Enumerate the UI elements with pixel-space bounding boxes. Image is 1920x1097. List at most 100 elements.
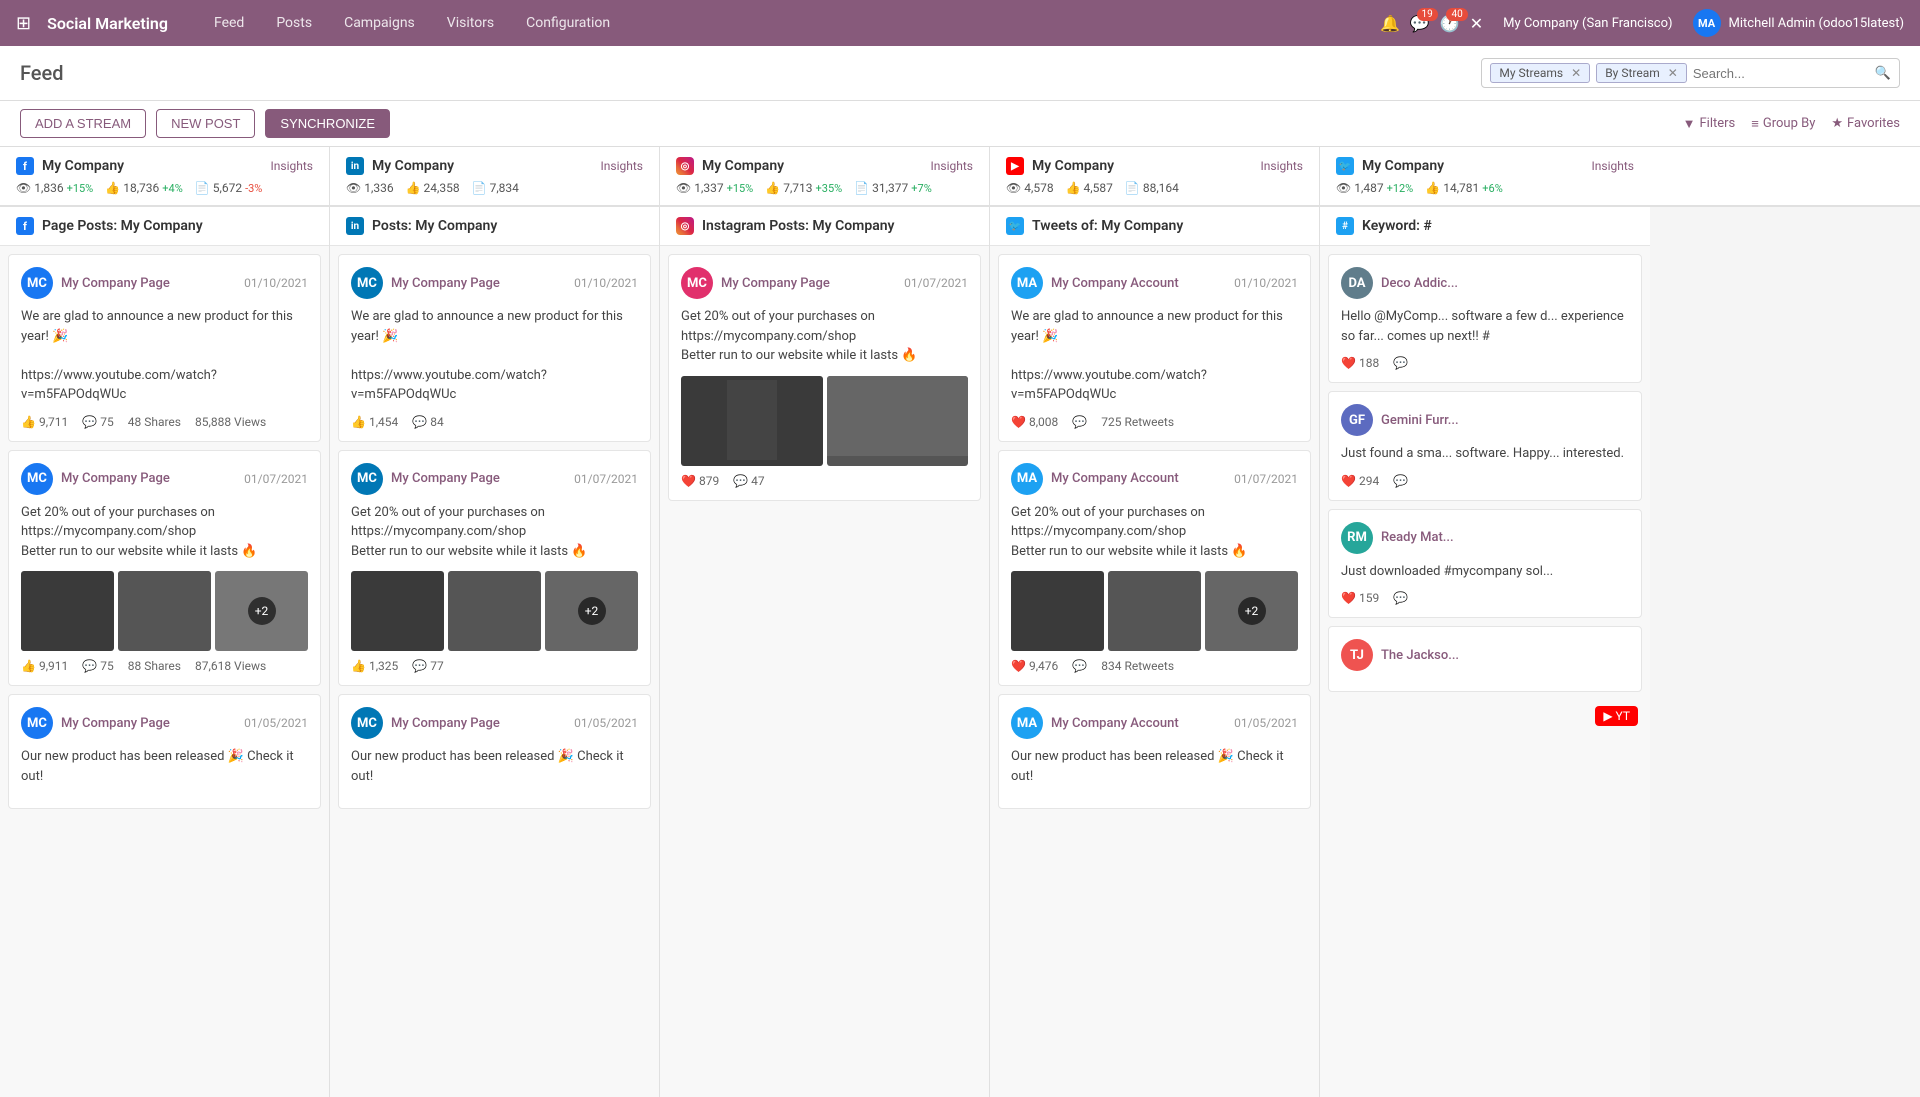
post-card[interactable]: DA Deco Addic... Hello @MyComp... softwa… [1328,254,1642,383]
stream-insights-link-youtube[interactable]: Insights [1261,159,1303,173]
stat-posts-youtube: 📄88,164 [1125,181,1179,195]
search-icon[interactable]: 🔍 [1875,66,1891,81]
user-avatar: MA [1693,9,1721,37]
post-card[interactable]: MA My Company Account 01/10/2021 We are … [998,254,1311,442]
activity-icon[interactable]: 🕐 40 [1440,14,1460,33]
post-card[interactable]: MA My Company Account 01/05/2021 Our new… [998,694,1311,809]
new-post-button[interactable]: NEW POST [156,109,255,138]
post-stats: ❤️159 💬 [1341,591,1629,605]
stat-likes: ❤️294 [1341,474,1379,488]
post-card[interactable]: MC My Company Page 01/05/2021 Our new pr… [8,694,321,809]
post-header: MC My Company Page 01/05/2021 [351,707,638,739]
post-image [1108,571,1201,651]
youtube-link-button[interactable]: ▶ YT [1595,706,1638,726]
nav-feed[interactable]: Feed [200,7,258,39]
filter-by-stream[interactable]: By Stream ✕ [1596,63,1687,83]
post-header: MC My Company Page 01/10/2021 [351,267,638,299]
star-icon: ★ [1831,116,1843,131]
messages-icon[interactable]: 💬 19 [1410,14,1430,33]
stat-likes: ❤️9,476 [1011,659,1058,673]
stat-comments: 💬84 [412,415,443,429]
filter-by-stream-remove[interactable]: ✕ [1668,66,1678,80]
nav-icons-group: 🔔 💬 19 🕐 40 ✕ My Company (San Francisco)… [1380,9,1904,37]
nav-configuration[interactable]: Configuration [512,7,624,39]
nav-campaigns[interactable]: Campaigns [330,7,429,39]
filter-icon: ▼ [1683,116,1696,132]
filter-my-streams-remove[interactable]: ✕ [1571,66,1581,80]
post-card[interactable]: MA My Company Account 01/07/2021 Get 20%… [998,450,1311,687]
search-input[interactable] [1693,66,1869,81]
post-header: DA Deco Addic... [1341,267,1629,299]
yt-link-area: ▶ YT [1320,700,1650,732]
post-card[interactable]: GF Gemini Furr... Just found a sma... so… [1328,391,1642,501]
stat-views-youtube: 👁4,578 [1006,181,1054,195]
post-header: MC My Company Page 01/05/2021 [21,707,308,739]
post-author-name[interactable]: My Company Page [391,716,500,731]
filter-my-streams[interactable]: My Streams ✕ [1490,63,1590,83]
post-avatar: MC [351,267,383,299]
post-author-name[interactable]: The Jackso... [1381,648,1459,663]
post-image-extra: +2 [1205,571,1298,651]
linkedin-icon: in [346,157,364,175]
post-card[interactable]: MC My Company Page 01/10/2021 We are gla… [338,254,651,442]
nav-posts[interactable]: Posts [262,7,326,39]
filter-my-streams-label: My Streams [1499,66,1563,80]
filters-button[interactable]: ▼ Filters [1683,116,1736,132]
post-author-name[interactable]: My Company Page [391,276,500,291]
post-card[interactable]: MC My Company Page 01/07/2021 Get 20% ou… [668,254,981,501]
post-author-name[interactable]: My Company Page [391,471,500,486]
post-author-name[interactable]: My Company Page [61,276,170,291]
post-card[interactable]: MC My Company Page 01/07/2021 Get 20% ou… [8,450,321,687]
stat-retweets: 834 Retweets [1101,659,1174,673]
post-card[interactable]: MC My Company Page 01/07/2021 Get 20% ou… [338,450,651,687]
favorites-button[interactable]: ★ Favorites [1831,116,1900,131]
stream-insights-link-twitter[interactable]: Insights [1592,159,1634,173]
post-images: +2 [1011,571,1298,651]
stream-stats-youtube: 👁4,578 👍4,587 📄88,164 [1006,181,1303,195]
stat-posts-instagram: 📄31,377 +7% [854,181,932,195]
post-author-name[interactable]: Deco Addic... [1381,276,1458,291]
post-card[interactable]: RM Ready Mat... Just downloaded #mycompa… [1328,509,1642,619]
post-avatar: MA [1011,267,1043,299]
post-author-name[interactable]: Gemini Furr... [1381,413,1459,428]
post-author: RM Ready Mat... [1341,522,1454,554]
post-author-name[interactable]: My Company Page [721,276,830,291]
feed-col-youtube: 🐦 Tweets of: My Company MA My Company Ac… [990,207,1320,1097]
post-images: +2 [21,571,308,651]
group-by-button[interactable]: ≡ Group By [1751,116,1815,132]
post-card[interactable]: MC My Company Page 01/05/2021 Our new pr… [338,694,651,809]
post-avatar: MC [351,707,383,739]
nav-visitors[interactable]: Visitors [433,7,508,39]
post-author: DA Deco Addic... [1341,267,1458,299]
post-card[interactable]: TJ The Jackso... [1328,626,1642,692]
post-date: 01/05/2021 [574,716,638,730]
post-author-name[interactable]: My Company Page [61,716,170,731]
synchronize-button[interactable]: SYNCHRONIZE [265,109,390,138]
stream-insights-link-linkedin[interactable]: Insights [601,159,643,173]
post-author-name[interactable]: My Company Account [1051,471,1179,486]
bell-icon[interactable]: 🔔 [1380,14,1400,33]
stream-insights-link-instagram[interactable]: Insights [931,159,973,173]
user-menu[interactable]: MA Mitchell Admin (odoo15latest) [1693,9,1904,37]
post-author-name[interactable]: My Company Account [1051,716,1179,731]
post-image [1011,571,1104,651]
company-name[interactable]: My Company (San Francisco) [1503,16,1672,31]
post-image [118,571,211,651]
post-stats: ❤️294 💬 [1341,474,1629,488]
stream-insights-link-facebook[interactable]: Insights [271,159,313,173]
post-header: TJ The Jackso... [1341,639,1629,671]
add-stream-button[interactable]: ADD A STREAM [20,109,146,138]
close-icon[interactable]: ✕ [1470,14,1483,33]
post-author: MC My Company Page [351,463,500,495]
post-author: MC My Company Page [351,707,500,739]
stream-stats-facebook: 👁1,836 +15% 👍18,736 +4% 📄5,672 -3% [16,181,313,195]
feed-col-linkedin: in Posts: My Company MC My Company Page … [330,207,660,1097]
stat-likes: 👍1,325 [351,659,398,673]
post-card[interactable]: MC My Company Page 01/10/2021 We are gla… [8,254,321,442]
post-author-name[interactable]: Ready Mat... [1381,530,1454,545]
grid-icon[interactable]: ⊞ [16,13,31,34]
stat-likes: ❤️879 [681,474,719,488]
stream-name-youtube: ▶ My Company [1006,157,1114,175]
post-author-name[interactable]: My Company Account [1051,276,1179,291]
post-author-name[interactable]: My Company Page [61,471,170,486]
